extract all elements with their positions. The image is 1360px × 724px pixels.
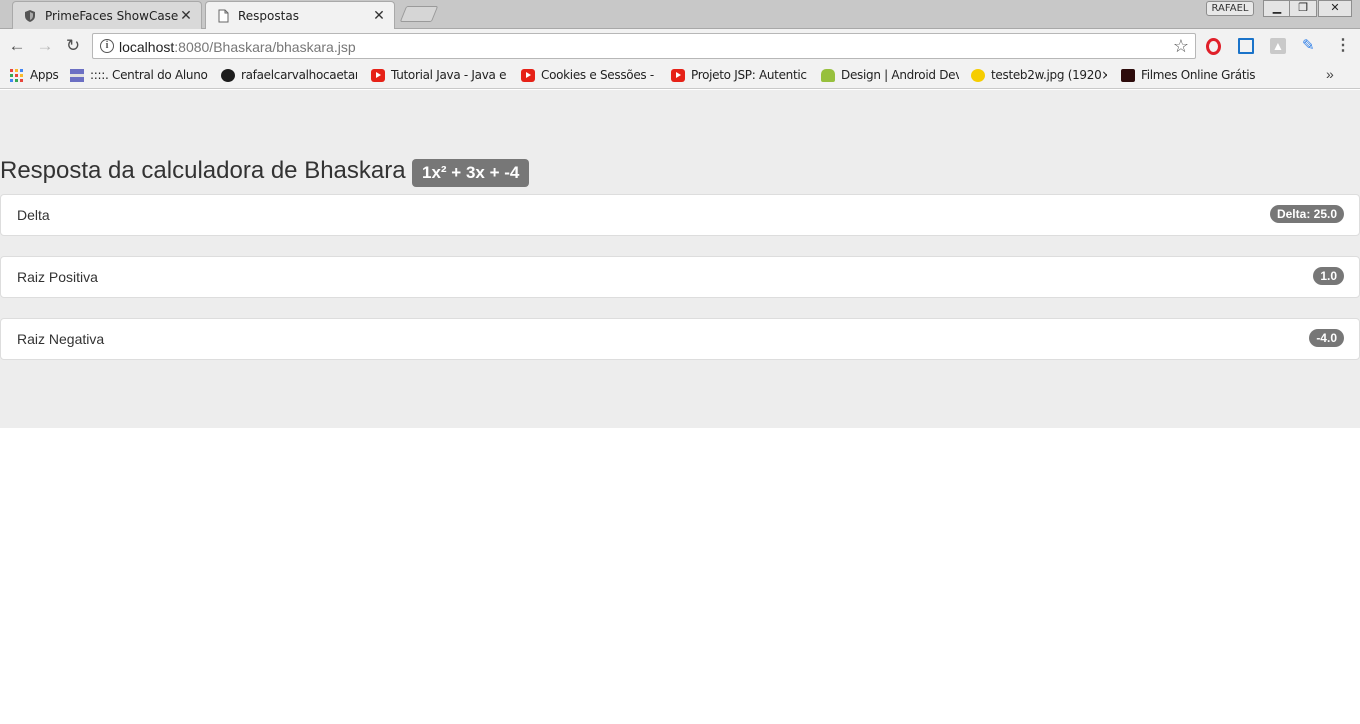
close-tab-icon[interactable]: ✕ [179,7,193,23]
tab-title: PrimeFaces ShowCase [45,9,179,23]
forward-arrow-icon[interactable]: → [35,36,55,56]
bookmark-label: Design | Android Deve [841,68,959,82]
page-content: Resposta da calculadora de Bhaskara 1x² … [0,90,1360,428]
tab-primefaces-showcase[interactable]: PrimeFaces ShowCase ✕ [12,1,202,29]
list-item-delta: Delta Delta: 25.0 [0,194,1360,236]
bookmark-tutorial-java[interactable]: Tutorial Java - Java e S [371,67,507,85]
item-label: Delta [17,207,50,223]
more-bookmarks-chevron-icon[interactable]: » [1326,66,1334,82]
browser-menu-icon[interactable]: ⋮ [1335,38,1351,54]
bookmark-label: Cookies e Sessões - Y [541,68,657,82]
bookmark-label: Apps [30,68,59,82]
equation-badge: 1x² + 3x + -4 [412,159,530,187]
url-text: localhost:8080/Bhaskara/bhaskara.jsp [119,39,356,55]
url-host: localhost [119,39,175,55]
youtube-icon [371,69,385,82]
value-badge: 1.0 [1313,267,1344,285]
value-badge: -4.0 [1309,329,1344,347]
new-tab-button[interactable] [399,6,439,22]
tab-strip: PrimeFaces ShowCase ✕ Respostas ✕ RAFAEL… [0,0,1360,30]
page-title: Resposta da calculadora de Bhaskara [0,157,406,184]
bookmark-android-design[interactable]: Design | Android Deve [821,67,959,85]
back-arrow-icon[interactable]: ← [7,36,27,56]
bookmark-label: Tutorial Java - Java e S [391,68,507,82]
item-label: Raiz Negativa [17,331,105,347]
bookmark-label: testeb2w.jpg (1920×1 [991,68,1107,82]
shield-favicon-icon [23,9,37,23]
page-icon [216,9,230,23]
apps-grid-icon [10,69,24,82]
bookmark-star-icon[interactable]: ☆ [1173,36,1189,56]
bookmark-central-do-aluno[interactable]: ::::. Central do Aluno - [70,67,208,85]
screen-capture-extension-icon[interactable] [1238,38,1254,54]
site-info-icon[interactable]: i [100,39,114,53]
flag-icon [70,69,84,82]
bookmark-apps[interactable]: Apps [10,67,62,85]
youtube-icon [671,69,685,82]
bookmark-testeb2w[interactable]: testeb2w.jpg (1920×1 [971,67,1107,85]
bookmark-filmes-online[interactable]: Filmes Online Grátis - [1121,67,1257,85]
item-label: Raiz Positiva [17,269,98,285]
reload-icon[interactable]: ↻ [63,36,83,56]
image-dot-icon [971,69,985,82]
url-path: :8080/Bhaskara/bhaskara.jsp [174,39,356,55]
github-icon [221,69,235,82]
film-icon [1121,69,1135,82]
tab-title: Respostas [238,9,299,23]
minimize-window-button[interactable]: ▁ [1263,0,1291,17]
bookmark-label: Filmes Online Grátis - [1141,68,1257,82]
youtube-icon [521,69,535,82]
list-item-raiz-positiva: Raiz Positiva 1.0 [0,256,1360,298]
restore-window-button[interactable]: ❐ [1289,0,1317,17]
bookmark-projeto-jsp[interactable]: Projeto JSP: Autentica [671,67,807,85]
address-bar[interactable]: i localhost:8080/Bhaskara/bhaskara.jsp ☆ [92,33,1196,59]
list-item-raiz-negativa: Raiz Negativa -4.0 [0,318,1360,360]
close-window-button[interactable]: ✕ [1318,0,1352,17]
upload-extension-icon[interactable]: ▲ [1270,38,1286,54]
opera-extension-icon[interactable] [1206,38,1221,55]
close-tab-icon[interactable]: ✕ [372,7,386,23]
android-icon [821,69,835,82]
value-badge: Delta: 25.0 [1269,205,1344,223]
browser-toolbar: ← → ↻ i localhost:8080/Bhaskara/bhaskara… [0,29,1360,62]
bookmark-label: ::::. Central do Aluno - [90,68,208,82]
profile-button[interactable]: RAFAEL [1206,1,1254,16]
bookmark-label: rafaelcarvalhocaetano [241,68,357,82]
bookmarks-bar: Apps ::::. Central do Aluno - rafaelcarv… [0,62,1360,89]
tab-respostas[interactable]: Respostas ✕ [205,1,395,30]
color-dropper-extension-icon[interactable]: ✎ [1302,38,1318,54]
bookmark-cookies-sessoes[interactable]: Cookies e Sessões - Y [521,67,657,85]
bookmark-label: Projeto JSP: Autentica [691,68,807,82]
bookmark-github[interactable]: rafaelcarvalhocaetano [221,67,357,85]
